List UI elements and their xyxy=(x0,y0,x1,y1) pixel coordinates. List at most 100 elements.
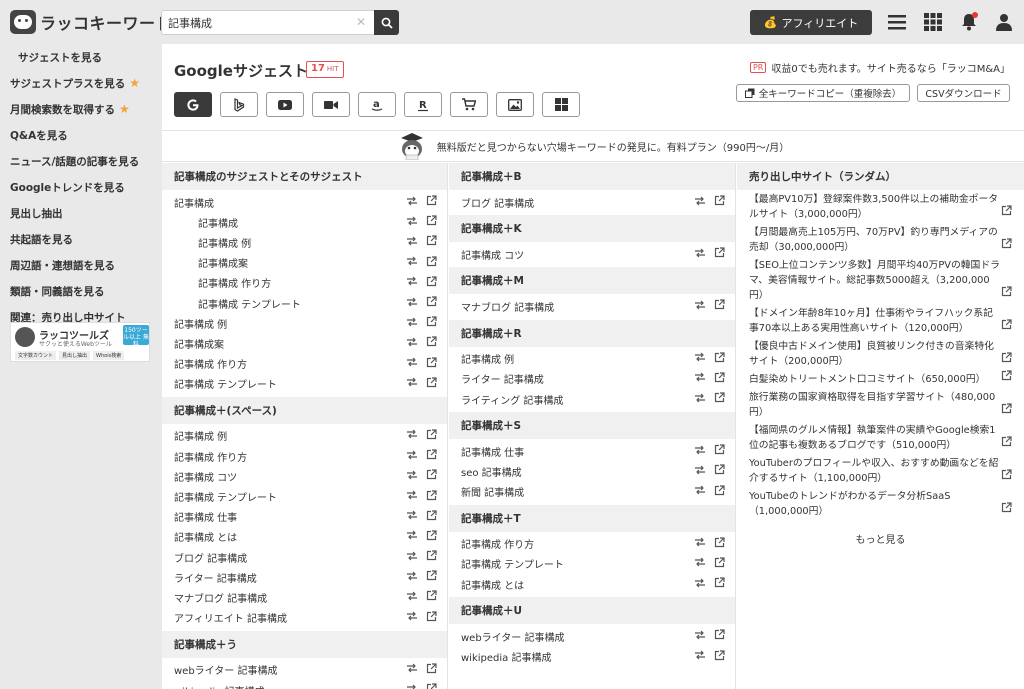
site-listing[interactable]: 【福岡県のグルメ情報】執筆案件の実績やGoogle検索1位の記事も複数あるブログ… xyxy=(749,423,1012,453)
keyword-row[interactable]: マナブログ 記事構成 xyxy=(449,296,735,316)
keyword-row[interactable]: 記事構成 作り方 xyxy=(449,534,735,554)
external-link-icon[interactable] xyxy=(1001,319,1012,335)
keyword-text[interactable]: 記事構成 例 xyxy=(198,235,251,250)
menu-icon[interactable] xyxy=(886,12,908,32)
keyword-text[interactable]: 記事構成 テンプレート xyxy=(461,556,564,571)
external-link-icon[interactable] xyxy=(426,590,437,604)
keyword-row[interactable]: 記事構成 テンプレート xyxy=(162,486,447,506)
keyword-text[interactable]: webライター 記事構成 xyxy=(461,629,564,644)
keyword-row[interactable]: ライター 記事構成 xyxy=(449,369,735,389)
keyword-row[interactable]: 記事構成 例 xyxy=(449,349,735,369)
keyword-row[interactable]: 記事構成 作り方 xyxy=(162,446,447,466)
swap-icon[interactable] xyxy=(694,248,706,261)
sidebar-item[interactable]: Googleトレンドを見る xyxy=(0,174,155,200)
external-link-icon[interactable] xyxy=(426,550,437,564)
keyword-text[interactable]: ライター 記事構成 xyxy=(174,570,257,585)
keyword-text[interactable]: 記事構成 作り方 xyxy=(198,275,271,290)
keyword-row[interactable]: マナブログ 記事構成 xyxy=(162,587,447,607)
swap-icon[interactable] xyxy=(406,276,418,289)
keyword-row[interactable]: 記事構成案 xyxy=(162,333,447,353)
keyword-row[interactable]: seo 記事構成 xyxy=(449,461,735,481)
swap-icon[interactable] xyxy=(406,510,418,523)
keyword-text[interactable]: 記事構成 xyxy=(174,195,214,210)
swap-icon[interactable] xyxy=(406,256,418,269)
keyword-text[interactable]: 記事構成 とは xyxy=(461,577,524,592)
keyword-row[interactable]: webライター 記事構成 xyxy=(449,626,735,646)
bing-tab[interactable] xyxy=(220,92,258,117)
sidebar-item[interactable]: Q&Aを見る xyxy=(0,122,155,148)
keyword-text[interactable]: 記事構成 テンプレート xyxy=(174,376,277,391)
keyword-text[interactable]: webライター 記事構成 xyxy=(174,662,277,677)
keyword-text[interactable]: 記事構成 例 xyxy=(174,316,227,331)
site-logo[interactable]: ラッコキーワード xyxy=(10,9,172,35)
external-link-icon[interactable] xyxy=(426,215,437,229)
swap-icon[interactable] xyxy=(406,297,418,310)
keyword-text[interactable]: ライター 記事構成 xyxy=(461,371,544,386)
swap-icon[interactable] xyxy=(406,663,418,676)
sidebar-item[interactable]: サジェストプラスを見る ★ xyxy=(0,70,155,96)
external-link-icon[interactable] xyxy=(714,352,725,366)
external-link-icon[interactable] xyxy=(426,296,437,310)
notification-bell-icon[interactable] xyxy=(958,12,980,32)
external-link-icon[interactable] xyxy=(714,195,725,209)
keyword-text[interactable]: 記事構成 とは xyxy=(174,529,237,544)
keyword-text[interactable]: 記事構成 作り方 xyxy=(174,449,247,464)
keyword-row[interactable]: 記事構成 例 xyxy=(162,232,447,252)
external-link-icon[interactable] xyxy=(714,484,725,499)
keyword-row[interactable]: アフィリエイト 記事構成 xyxy=(162,608,447,628)
external-link-icon[interactable] xyxy=(714,557,725,571)
site-listing[interactable]: 【ドメイン年齢8年10ヶ月】仕事術やライフハック系記事70本以上ある実用性高いサ… xyxy=(749,306,1012,336)
external-link-icon[interactable] xyxy=(426,356,437,371)
keyword-text[interactable]: 記事構成 テンプレート xyxy=(174,489,277,504)
keyword-row[interactable]: 記事構成 テンプレート xyxy=(449,554,735,574)
external-link-icon[interactable] xyxy=(426,336,437,350)
external-link-icon[interactable] xyxy=(426,195,437,209)
clear-icon[interactable]: ✕ xyxy=(356,15,366,29)
more-link[interactable]: もっと見る xyxy=(737,531,1024,546)
swap-icon[interactable] xyxy=(406,357,418,370)
keyword-row[interactable]: 記事構成 作り方 xyxy=(162,273,447,293)
rakuten-tab[interactable]: R xyxy=(404,92,442,117)
search-button[interactable] xyxy=(374,10,399,35)
external-link-icon[interactable] xyxy=(1001,502,1012,518)
external-link-icon[interactable] xyxy=(1001,352,1012,368)
keyword-row[interactable]: 記事構成 xyxy=(162,192,447,212)
swap-icon[interactable] xyxy=(694,578,706,591)
external-link-icon[interactable] xyxy=(426,449,437,463)
keyword-row[interactable]: 記事構成 コツ xyxy=(162,466,447,486)
swap-icon[interactable] xyxy=(694,352,706,365)
youtube-tab[interactable] xyxy=(266,92,304,117)
rakko-tools-banner[interactable]: ラッコツールズ サクッと使えるWebツール 150ツール以上 無料 文字数カウン… xyxy=(10,322,150,362)
external-link-icon[interactable] xyxy=(1001,370,1012,386)
keyword-row[interactable]: 記事構成 仕事 xyxy=(162,507,447,527)
keyword-row[interactable]: 記事構成 仕事 xyxy=(449,441,735,461)
keyword-text[interactable]: ライティング 記事構成 xyxy=(461,392,563,407)
video-tab[interactable] xyxy=(312,92,350,117)
keyword-text[interactable]: 記事構成案 xyxy=(174,336,224,351)
site-listing[interactable]: 【最高PV10万】登録案件数3,500件以上の補助金ポータルサイト（3,000,… xyxy=(749,192,1012,222)
external-link-icon[interactable] xyxy=(426,489,437,504)
swap-icon[interactable] xyxy=(406,530,418,543)
keyword-text[interactable]: wikipedia 記事構成 xyxy=(461,649,551,664)
keyword-row[interactable]: ブログ 記事構成 xyxy=(162,547,447,567)
csv-download-button[interactable]: CSVダウンロード xyxy=(917,84,1010,102)
swap-icon[interactable] xyxy=(694,445,706,458)
keyword-text[interactable]: 記事構成 xyxy=(198,215,238,230)
pr-link[interactable]: PR 収益0でも売れます。サイト売るなら「ラッコM&A」 xyxy=(749,60,1010,75)
external-link-icon[interactable] xyxy=(714,299,725,313)
search-input[interactable] xyxy=(161,10,374,35)
apps-tab[interactable] xyxy=(542,92,580,117)
swap-icon[interactable] xyxy=(694,537,706,550)
external-link-icon[interactable] xyxy=(714,577,725,591)
paid-plan-promo[interactable]: 無料版だと見つからない穴場キーワードの発見に。有料プラン（990円〜/月） xyxy=(162,130,1024,162)
keyword-row[interactable]: 記事構成案 xyxy=(162,253,447,273)
keyword-text[interactable]: 記事構成 作り方 xyxy=(174,356,247,371)
swap-icon[interactable] xyxy=(406,490,418,503)
swap-icon[interactable] xyxy=(694,372,706,385)
sidebar-item[interactable]: 見出し抽出 xyxy=(0,200,155,226)
external-link-icon[interactable] xyxy=(426,510,437,524)
external-link-icon[interactable] xyxy=(714,444,725,458)
keyword-row[interactable]: 記事構成 テンプレート xyxy=(162,293,447,313)
site-listing[interactable]: YouTuberのプロフィールや収入、おすすめ動画などを紹介するサイト（1,10… xyxy=(749,456,1012,486)
swap-icon[interactable] xyxy=(694,485,706,498)
